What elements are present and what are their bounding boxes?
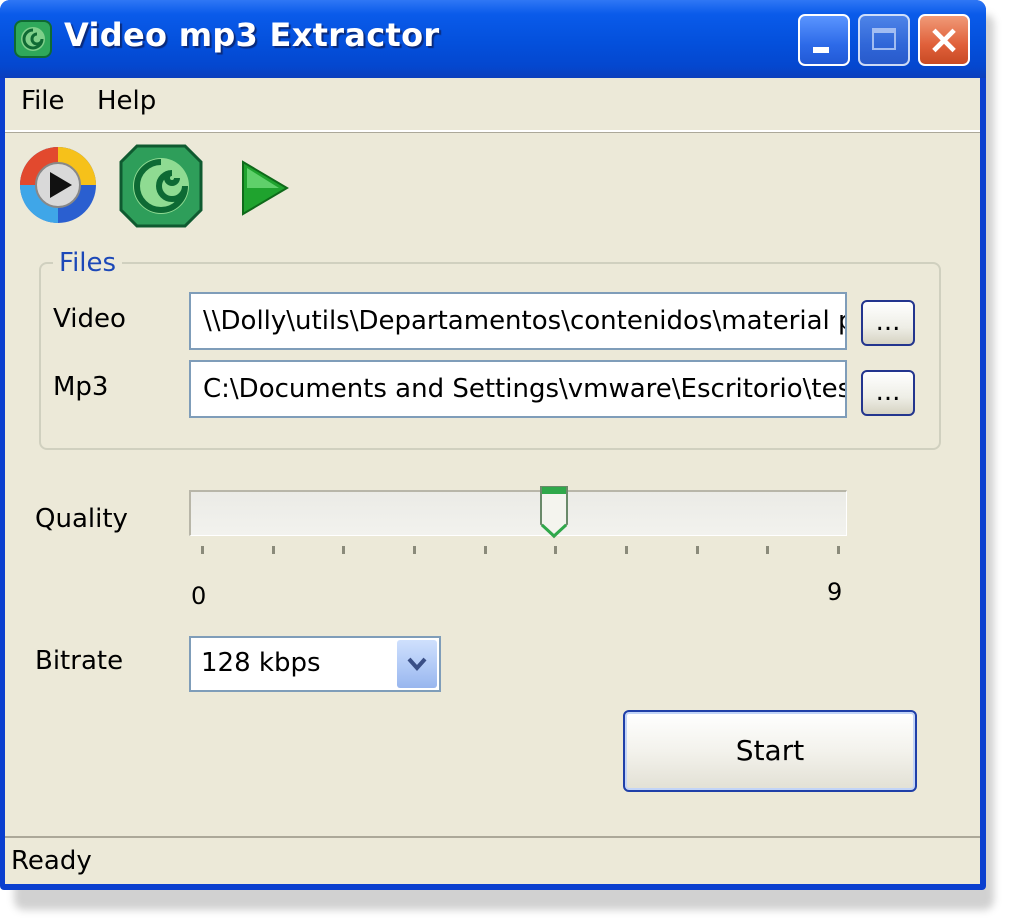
quality-tick	[766, 546, 770, 554]
client-area: File Help Files Video \\Dolly\utils\Depa…	[5, 78, 980, 884]
mp3-browse-button[interactable]: ...	[861, 370, 915, 416]
quality-tick	[342, 546, 346, 554]
close-icon: ×	[927, 17, 961, 63]
app-logo-icon[interactable]	[119, 144, 203, 228]
quality-tick	[413, 546, 416, 554]
bitrate-select[interactable]: 128 kbps	[189, 636, 441, 692]
bitrate-dropdown-button[interactable]	[397, 640, 437, 688]
menu-help[interactable]: Help	[97, 86, 156, 116]
video-browse-button[interactable]: ...	[861, 300, 915, 346]
quality-min-label: 0	[191, 582, 207, 610]
video-label: Video	[53, 304, 126, 334]
quality-tick	[837, 546, 840, 554]
status-text: Ready	[11, 846, 92, 876]
quality-max-label: 9	[827, 578, 843, 606]
maximize-icon	[872, 28, 896, 50]
files-group	[39, 262, 941, 450]
app-icon[interactable]	[14, 20, 52, 58]
minimize-button[interactable]	[798, 14, 850, 66]
play-icon[interactable]	[237, 158, 291, 218]
title-bar[interactable]: Video mp3 Extractor ×	[0, 0, 986, 78]
quality-tick	[271, 546, 275, 554]
quality-tick	[625, 546, 628, 554]
quality-tick	[483, 546, 487, 554]
media-player-icon[interactable]	[17, 144, 99, 226]
maximize-button[interactable]	[858, 14, 910, 66]
app-window: Video mp3 Extractor × File Help Files Vi…	[0, 0, 986, 890]
bitrate-label: Bitrate	[35, 646, 124, 676]
files-group-label: Files	[53, 248, 123, 278]
mp3-path-field[interactable]: C:\Documents and Settings\vmware\Escrito…	[189, 360, 847, 418]
quality-slider-thumb[interactable]	[538, 484, 570, 540]
minimize-icon	[813, 47, 829, 53]
quality-tick	[695, 546, 699, 554]
menu-bar: File Help	[5, 78, 980, 132]
bitrate-selected-value: 128 kbps	[201, 648, 321, 678]
quality-tick	[201, 546, 204, 554]
video-path-field[interactable]: \\Dolly\utils\Departamentos\contenidos\m…	[189, 292, 847, 350]
window-title: Video mp3 Extractor	[64, 16, 440, 54]
menu-file[interactable]: File	[21, 86, 65, 116]
status-bar: Ready	[5, 836, 980, 884]
chevron-down-icon	[407, 657, 427, 672]
quality-label: Quality	[35, 504, 128, 534]
quality-tick	[554, 546, 558, 554]
start-button[interactable]: Start	[623, 710, 917, 792]
close-button[interactable]: ×	[918, 14, 970, 66]
quality-slider[interactable]	[189, 490, 847, 536]
mp3-label: Mp3	[53, 372, 109, 402]
